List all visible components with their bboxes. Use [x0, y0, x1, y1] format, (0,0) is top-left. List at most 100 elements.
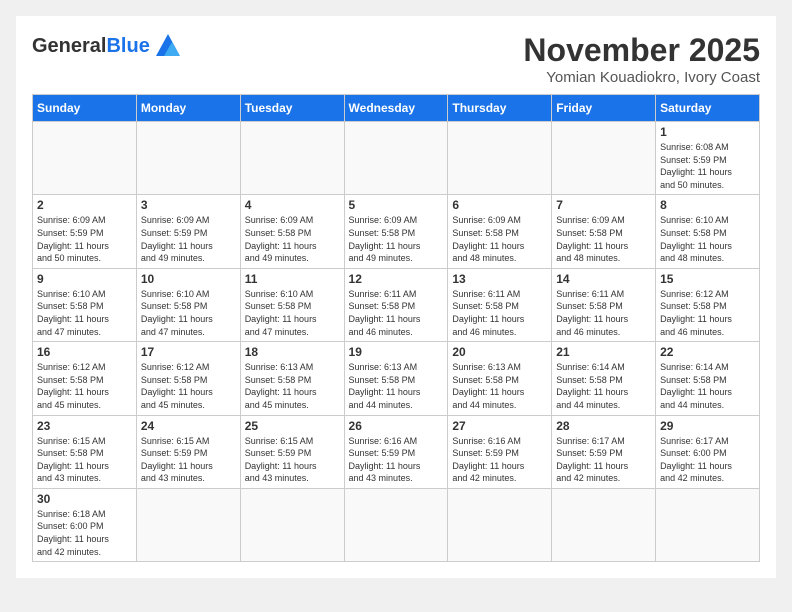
header-saturday: Saturday — [656, 95, 760, 122]
day-info: Sunrise: 6:18 AM Sunset: 6:00 PM Dayligh… — [37, 508, 132, 558]
table-row: 23Sunrise: 6:15 AM Sunset: 5:58 PM Dayli… — [33, 415, 137, 488]
day-number: 4 — [245, 198, 340, 212]
day-info: Sunrise: 6:15 AM Sunset: 5:59 PM Dayligh… — [141, 435, 236, 485]
day-info: Sunrise: 6:09 AM Sunset: 5:58 PM Dayligh… — [556, 214, 651, 264]
location: Yomian Kouadiokro, Ivory Coast — [523, 69, 760, 86]
day-number: 21 — [556, 345, 651, 359]
day-info: Sunrise: 6:10 AM Sunset: 5:58 PM Dayligh… — [141, 288, 236, 338]
calendar-week-row: 23Sunrise: 6:15 AM Sunset: 5:58 PM Dayli… — [33, 415, 760, 488]
day-number: 23 — [37, 419, 132, 433]
table-row: 19Sunrise: 6:13 AM Sunset: 5:58 PM Dayli… — [344, 342, 448, 415]
calendar-week-row: 1Sunrise: 6:08 AM Sunset: 5:59 PM Daylig… — [33, 122, 760, 195]
day-number: 14 — [556, 272, 651, 286]
day-number: 13 — [452, 272, 547, 286]
table-row: 28Sunrise: 6:17 AM Sunset: 5:59 PM Dayli… — [552, 415, 656, 488]
day-number: 8 — [660, 198, 755, 212]
day-info: Sunrise: 6:09 AM Sunset: 5:59 PM Dayligh… — [37, 214, 132, 264]
day-info: Sunrise: 6:11 AM Sunset: 5:58 PM Dayligh… — [556, 288, 651, 338]
day-number: 16 — [37, 345, 132, 359]
day-info: Sunrise: 6:09 AM Sunset: 5:58 PM Dayligh… — [245, 214, 340, 264]
table-row — [240, 122, 344, 195]
table-row — [344, 488, 448, 561]
day-info: Sunrise: 6:11 AM Sunset: 5:58 PM Dayligh… — [349, 288, 444, 338]
day-info: Sunrise: 6:10 AM Sunset: 5:58 PM Dayligh… — [660, 214, 755, 264]
table-row: 29 Sunrise: 6:17 AM Sunset: 6:00 PM Dayli… — [656, 415, 760, 488]
calendar-header-row: Sunday Monday Tuesday Wednesday Thursday… — [33, 95, 760, 122]
day-number: 10 — [141, 272, 236, 286]
day-info: Sunrise: 6:17 AM Sunset: 6:00 PM Dayligh… — [660, 435, 755, 485]
day-number: 9 — [37, 272, 132, 286]
table-row: 15Sunrise: 6:12 AM Sunset: 5:58 PM Dayli… — [656, 268, 760, 341]
logo-icon — [154, 32, 182, 60]
day-number: 30 — [37, 492, 132, 506]
day-number: 24 — [141, 419, 236, 433]
day-info: Sunrise: 6:16 AM Sunset: 5:59 PM Dayligh… — [349, 435, 444, 485]
calendar-week-row: 9 Sunrise: 6:10 AM Sunset: 5:58 PM Daylig… — [33, 268, 760, 341]
day-info: Sunrise: 6:12 AM Sunset: 5:58 PM Dayligh… — [37, 361, 132, 411]
day-info: Sunrise: 6:10 AM Sunset: 5:58 PM Dayligh… — [245, 288, 340, 338]
logo: General Blue — [32, 32, 182, 60]
table-row — [240, 488, 344, 561]
day-number: 20 — [452, 345, 547, 359]
header-tuesday: Tuesday — [240, 95, 344, 122]
table-row: 2 Sunrise: 6:09 AM Sunset: 5:59 PM Daylig… — [33, 195, 137, 268]
header-monday: Monday — [136, 95, 240, 122]
day-number: 7 — [556, 198, 651, 212]
calendar-week-row: 2 Sunrise: 6:09 AM Sunset: 5:59 PM Daylig… — [33, 195, 760, 268]
day-number: 17 — [141, 345, 236, 359]
table-row: 18Sunrise: 6:13 AM Sunset: 5:58 PM Dayli… — [240, 342, 344, 415]
day-info: Sunrise: 6:17 AM Sunset: 5:59 PM Dayligh… — [556, 435, 651, 485]
calendar-week-row: 16 Sunrise: 6:12 AM Sunset: 5:58 PM Dayli… — [33, 342, 760, 415]
table-row: 24 Sunrise: 6:15 AM Sunset: 5:59 PM Dayli… — [136, 415, 240, 488]
day-number: 2 — [37, 198, 132, 212]
table-row: 27 Sunrise: 6:16 AM Sunset: 5:59 PM Dayli… — [448, 415, 552, 488]
day-number: 1 — [660, 125, 755, 139]
day-number: 11 — [245, 272, 340, 286]
day-number: 3 — [141, 198, 236, 212]
table-row: 4 Sunrise: 6:09 AM Sunset: 5:58 PM Daylig… — [240, 195, 344, 268]
day-number: 19 — [349, 345, 444, 359]
table-row: 3 Sunrise: 6:09 AM Sunset: 5:59 PM Daylig… — [136, 195, 240, 268]
table-row: 7 Sunrise: 6:09 AM Sunset: 5:58 PM Daylig… — [552, 195, 656, 268]
calendar-table: Sunday Monday Tuesday Wednesday Thursday… — [32, 94, 760, 562]
table-row: 8 Sunrise: 6:10 AM Sunset: 5:58 PM Daylig… — [656, 195, 760, 268]
table-row — [448, 122, 552, 195]
day-info: Sunrise: 6:10 AM Sunset: 5:58 PM Dayligh… — [37, 288, 132, 338]
day-number: 27 — [452, 419, 547, 433]
day-info: Sunrise: 6:09 AM Sunset: 5:59 PM Dayligh… — [141, 214, 236, 264]
page-header: General Blue November 2025 Yomian Kouadi… — [32, 32, 760, 86]
day-number: 29 — [660, 419, 755, 433]
day-number: 18 — [245, 345, 340, 359]
table-row: 14 Sunrise: 6:11 AM Sunset: 5:58 PM Dayli… — [552, 268, 656, 341]
day-info: Sunrise: 6:13 AM Sunset: 5:58 PM Dayligh… — [452, 361, 547, 411]
table-row: 6Sunrise: 6:09 AM Sunset: 5:58 PM Daylig… — [448, 195, 552, 268]
logo-blue: Blue — [106, 35, 149, 58]
calendar-week-row: 30 Sunrise: 6:18 AM Sunset: 6:00 PM Dayli… — [33, 488, 760, 561]
logo-general: General — [32, 35, 106, 58]
table-row: 13 Sunrise: 6:11 AM Sunset: 5:58 PM Dayli… — [448, 268, 552, 341]
day-info: Sunrise: 6:15 AM Sunset: 5:59 PM Dayligh… — [245, 435, 340, 485]
day-info: Sunrise: 6:09 AM Sunset: 5:58 PM Dayligh… — [452, 214, 547, 264]
table-row — [33, 122, 137, 195]
table-row — [136, 488, 240, 561]
table-row: 20 Sunrise: 6:13 AM Sunset: 5:58 PM Dayli… — [448, 342, 552, 415]
table-row: 17Sunrise: 6:12 AM Sunset: 5:58 PM Dayli… — [136, 342, 240, 415]
table-row: 25 Sunrise: 6:15 AM Sunset: 5:59 PM Dayli… — [240, 415, 344, 488]
header-friday: Friday — [552, 95, 656, 122]
title-area: November 2025 Yomian Kouadiokro, Ivory C… — [523, 32, 760, 86]
day-number: 15 — [660, 272, 755, 286]
day-number: 12 — [349, 272, 444, 286]
day-info: Sunrise: 6:09 AM Sunset: 5:58 PM Dayligh… — [349, 214, 444, 264]
table-row — [448, 488, 552, 561]
header-wednesday: Wednesday — [344, 95, 448, 122]
table-row — [656, 488, 760, 561]
day-info: Sunrise: 6:11 AM Sunset: 5:58 PM Dayligh… — [452, 288, 547, 338]
calendar-page: General Blue November 2025 Yomian Kouadi… — [16, 16, 776, 578]
table-row — [136, 122, 240, 195]
table-row: 22Sunrise: 6:14 AM Sunset: 5:58 PM Dayli… — [656, 342, 760, 415]
day-info: Sunrise: 6:16 AM Sunset: 5:59 PM Dayligh… — [452, 435, 547, 485]
table-row: 30 Sunrise: 6:18 AM Sunset: 6:00 PM Dayli… — [33, 488, 137, 561]
day-number: 25 — [245, 419, 340, 433]
table-row: 12 Sunrise: 6:11 AM Sunset: 5:58 PM Dayli… — [344, 268, 448, 341]
day-info: Sunrise: 6:14 AM Sunset: 5:58 PM Dayligh… — [556, 361, 651, 411]
